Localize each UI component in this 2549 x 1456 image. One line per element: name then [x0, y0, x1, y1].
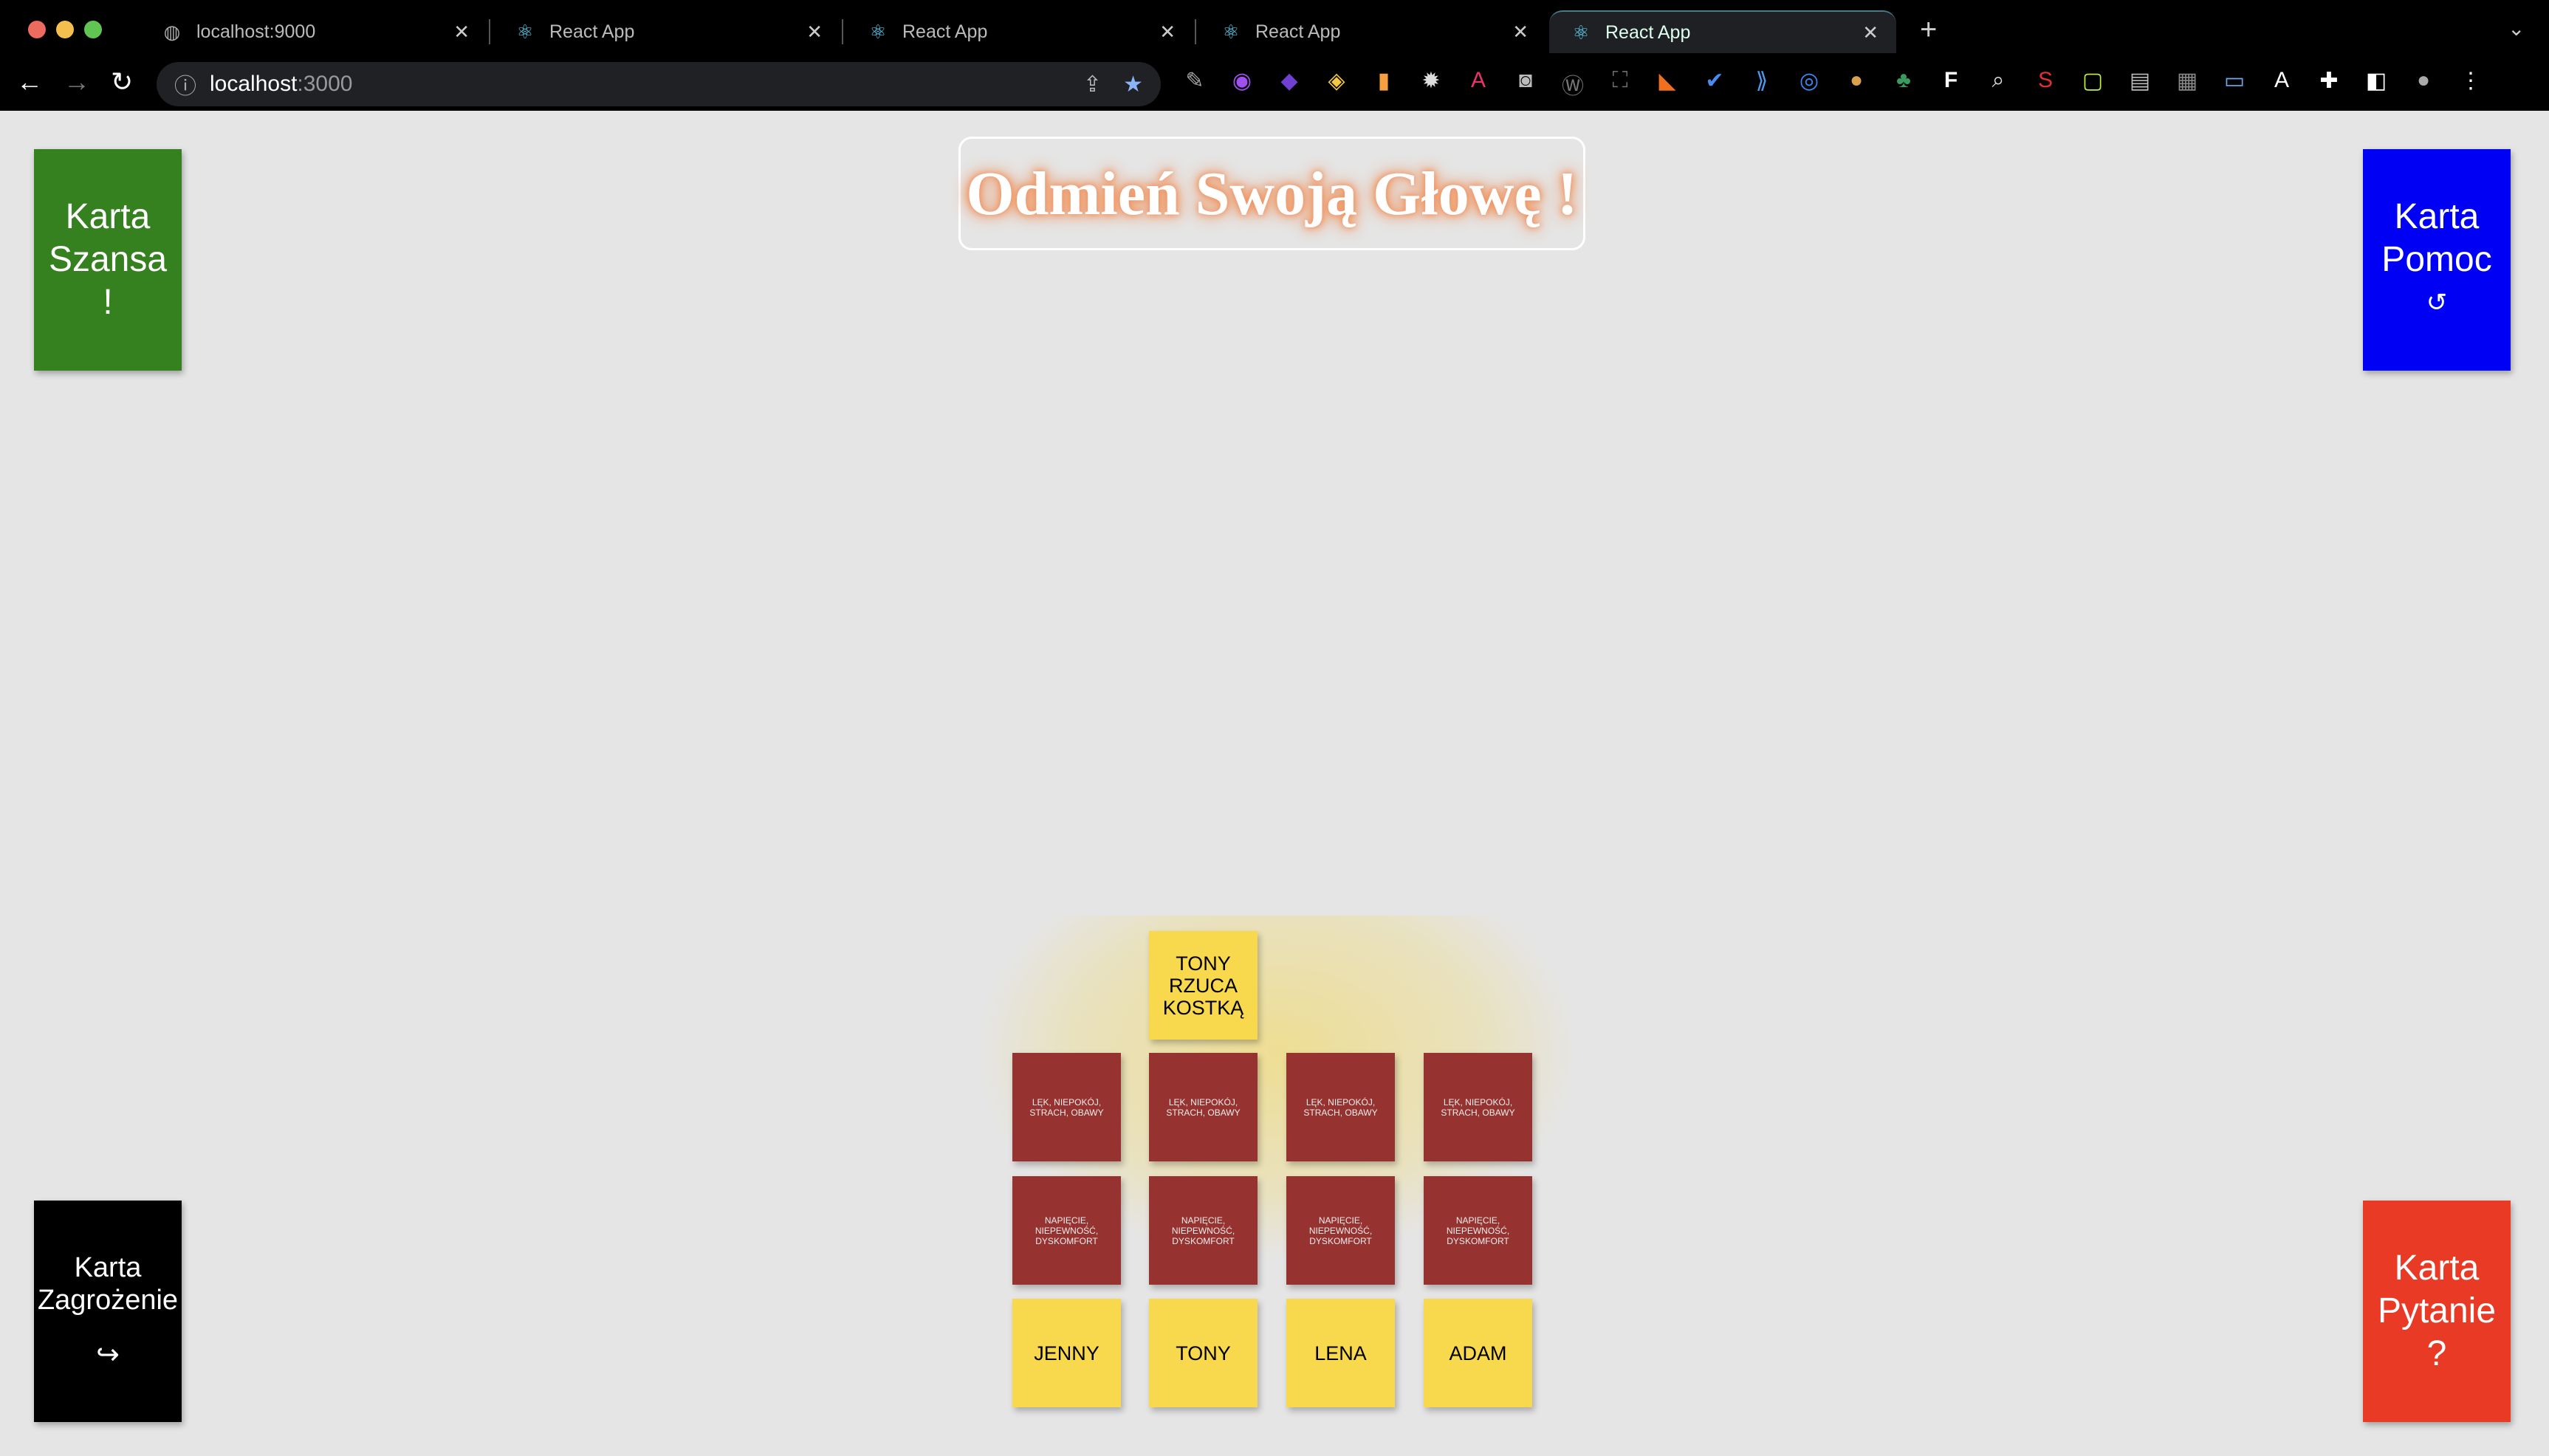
extension-icon[interactable]: S — [2032, 68, 2059, 100]
extensions-toolbar: ✎ ◉ ◆ ◈ ▮ ✹ A ◙ Ⓦ ⛶ ◣ ✔ ⟫ ◎ ● ♣ F ⌕ S ▢ … — [1181, 68, 2484, 100]
extension-icon[interactable]: ▦ — [2174, 68, 2200, 100]
close-tab-icon[interactable]: ✕ — [453, 21, 470, 44]
extension-icon[interactable]: ◉ — [1229, 68, 1255, 100]
tab-react-app[interactable]: ⚛ React App ✕ — [1199, 10, 1546, 53]
new-tab-button[interactable]: + — [1920, 13, 1937, 47]
close-tab-icon[interactable]: ✕ — [1159, 21, 1176, 44]
wordpress-icon[interactable]: Ⓦ — [1560, 68, 1586, 100]
screenshot-icon[interactable]: ⛶ — [1607, 68, 1633, 100]
player-tile-jenny[interactable]: JENNY — [1012, 1299, 1121, 1407]
player-tile-adam[interactable]: ADAM — [1424, 1299, 1532, 1407]
avatar[interactable]: ● — [2410, 68, 2437, 100]
python-icon[interactable]: ◈ — [1323, 68, 1350, 100]
extension-icon[interactable]: A — [1465, 68, 1492, 100]
card-threat[interactable]: Karta Zagrożenie ↪ — [34, 1201, 182, 1422]
info-icon: ⓘ — [174, 75, 196, 99]
emotion-tile[interactable]: NAPIĘCIE, NIEPEWNOŚĆ, DYSKOMFORT — [1012, 1176, 1121, 1285]
react-icon: ⚛ — [1222, 20, 1240, 43]
menu-icon[interactable]: ⋮ — [2457, 68, 2484, 100]
react-icon: ⚛ — [1572, 21, 1590, 44]
close-tab-icon[interactable]: ✕ — [1862, 21, 1879, 44]
turn-indicator-tile: TONY RZUCA KOSTKĄ — [1149, 931, 1258, 1040]
close-tab-icon[interactable]: ✕ — [806, 21, 823, 44]
translate-icon[interactable]: A — [2268, 68, 2295, 100]
react-icon: ⚛ — [516, 20, 534, 43]
extension-icon[interactable]: ♣ — [1890, 68, 1917, 100]
page-title: Odmień Swoją Głowę ! — [958, 137, 1585, 250]
puzzle-icon[interactable]: ✚ — [2316, 68, 2342, 100]
sidebar-icon[interactable]: ◧ — [2363, 68, 2390, 100]
card-question[interactable]: Karta Pytanie? — [2363, 1201, 2511, 1422]
extension-icon[interactable]: ▤ — [2127, 68, 2153, 100]
return-arrow-icon: ↪ — [96, 1339, 120, 1370]
player-tile-lena[interactable]: LENA — [1286, 1299, 1395, 1407]
extension-icon[interactable]: ◣ — [1654, 68, 1681, 100]
check-icon[interactable]: ✔ — [1701, 68, 1728, 100]
back-button[interactable]: ← — [16, 66, 43, 97]
extension-icon[interactable]: ▭ — [2221, 68, 2248, 100]
emotion-tile[interactable]: LĘK, NIEPOKÓJ, STRACH, OBAWY — [1286, 1053, 1395, 1161]
tab-react-app-active[interactable]: ⚛ React App ✕ — [1549, 10, 1896, 53]
cookie-icon[interactable]: ● — [1843, 68, 1870, 100]
tab-list-chevron-icon[interactable]: ⌄ — [2508, 16, 2525, 41]
share-icon[interactable]: ⇪ — [1083, 72, 1102, 97]
reload-button[interactable]: ↻ — [111, 66, 133, 97]
extension-icon[interactable]: ⟫ — [1749, 68, 1775, 100]
tab-localhost-9000[interactable]: ◍ localhost:9000 ✕ — [140, 10, 490, 53]
camera-icon[interactable]: ◙ — [1512, 68, 1539, 100]
player-tile-tony[interactable]: TONY — [1149, 1299, 1258, 1407]
gear-icon[interactable]: ✹ — [1418, 68, 1444, 100]
react-icon: ⚛ — [869, 20, 887, 43]
close-tab-icon[interactable]: ✕ — [1512, 21, 1529, 44]
search-icon[interactable]: ⌕ — [1985, 68, 2011, 100]
maximize-window-button[interactable] — [84, 21, 102, 38]
extension-icon[interactable]: ◆ — [1276, 68, 1303, 100]
close-window-button[interactable] — [28, 21, 46, 38]
globe-icon: ◍ — [163, 20, 181, 43]
extension-icon[interactable]: ▮ — [1370, 68, 1397, 100]
tab-react-app[interactable]: ⚛ React App ✕ — [493, 10, 843, 53]
exclamation-icon: ! — [103, 283, 113, 322]
emotion-tile[interactable]: LĘK, NIEPOKÓJ, STRACH, OBAWY — [1424, 1053, 1532, 1161]
tab-react-app[interactable]: ⚛ React App ✕ — [846, 10, 1196, 53]
eye-icon[interactable]: ◎ — [1796, 68, 1822, 100]
card-chance[interactable]: Karta Szansa! — [34, 149, 182, 371]
emotion-tile[interactable]: NAPIĘCIE, NIEPEWNOŚĆ, DYSKOMFORT — [1286, 1176, 1395, 1285]
bookmark-star-icon[interactable]: ★ — [1123, 72, 1143, 97]
emotion-tile[interactable]: LĘK, NIEPOKÓJ, STRACH, OBAWY — [1149, 1053, 1258, 1161]
emotion-tile[interactable]: LĘK, NIEPOKÓJ, STRACH, OBAWY — [1012, 1053, 1121, 1161]
question-icon: ? — [2426, 1334, 2447, 1373]
card-help[interactable]: Karta Pomoc ↺ — [2363, 149, 2511, 371]
undo-icon: ↺ — [2426, 289, 2448, 317]
fd-icon[interactable]: F — [1938, 68, 1964, 100]
minimize-window-button[interactable] — [56, 21, 74, 38]
browser-chrome: ◍ localhost:9000 ✕ ⚛ React App ✕ ⚛ React App ✕… — [0, 0, 2549, 111]
extension-icon[interactable]: ▢ — [2079, 68, 2106, 100]
emotion-tile[interactable]: NAPIĘCIE, NIEPEWNOŚĆ, DYSKOMFORT — [1149, 1176, 1258, 1285]
eyedropper-icon[interactable]: ✎ — [1181, 68, 1208, 100]
emotion-tile[interactable]: NAPIĘCIE, NIEPEWNOŚĆ, DYSKOMFORT — [1424, 1176, 1532, 1285]
address-bar[interactable]: ⓘ localhost:3000 ⇪ ★ — [157, 62, 1161, 106]
forward-button[interactable]: → — [64, 66, 90, 97]
